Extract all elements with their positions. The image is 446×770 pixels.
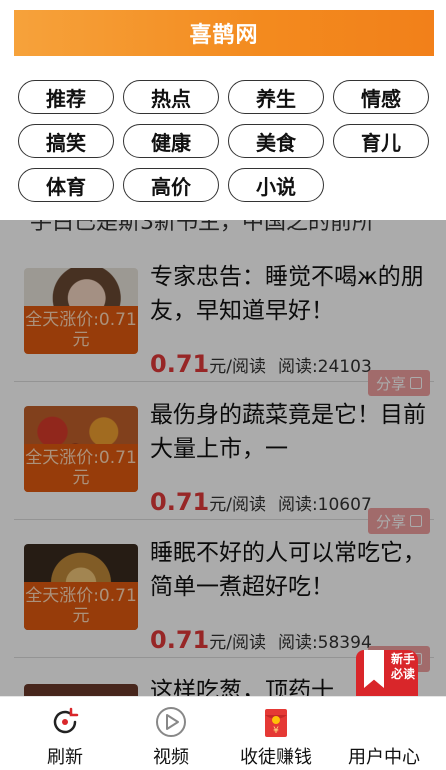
- tab-refresh-label: 刷新: [47, 747, 83, 768]
- article-title[interactable]: 睡眠不好的人可以常吃它，简单一煮超好吃！: [150, 536, 430, 604]
- tab-invite-earn-label: 收徒赚钱: [240, 747, 312, 768]
- article-item[interactable]: 全天涨价:0.71元 睡眠不好的人可以常吃它，简单一煮超好吃！ 0.71 元/阅…: [14, 522, 434, 672]
- tab-user-center-label: 用户中心: [348, 747, 420, 768]
- article-thumbnail: 全天涨价:0.71元: [24, 268, 138, 354]
- article-feed[interactable]: 手白已是斯3新书生，中国之的前所 全天涨价:0.71元 专家忠告：睡觉不喝ж的朋…: [0, 220, 446, 696]
- tab-video-label: 视频: [153, 747, 189, 768]
- category-tiyu[interactable]: 体育: [18, 168, 114, 202]
- article-title[interactable]: 专家忠告：睡觉不喝ж的朋友，早知道早好！: [150, 260, 430, 328]
- category-panel: 推荐 热点 养生 情感 搞笑 健康 美食 育儿 体育 高价 小说: [12, 70, 434, 220]
- reward-unit: 元/阅读: [209, 633, 266, 653]
- category-qinggan[interactable]: 情感: [333, 80, 429, 114]
- article-item[interactable]: 全天涨价:0.71元 专家忠告：睡觉不喝ж的朋友，早知道早好！ 0.71 元/阅…: [14, 246, 434, 396]
- partial-article-title: 手白已是斯3新书生，中国之的前所: [30, 220, 374, 235]
- article-thumbnail: 全天涨价:0.71元: [24, 544, 138, 630]
- article-thumbnail: 全天涨价:0.71元: [24, 406, 138, 492]
- price-rise-badge: 全天涨价:0.71元: [24, 306, 138, 354]
- article-meta: 0.71 元/阅读 阅读:24103: [150, 350, 372, 380]
- article-title[interactable]: 最伤身的蔬菜竟是它！目前大量上市，一: [150, 398, 430, 466]
- play-icon: [154, 705, 188, 739]
- tab-invite-earn[interactable]: ¥ 收徒赚钱: [230, 697, 322, 770]
- reward-unit: 元/阅读: [209, 495, 266, 515]
- app-title: 喜鹊网: [189, 23, 259, 48]
- category-yangsheng[interactable]: 养生: [228, 80, 324, 114]
- newbie-label: 新手必读: [390, 652, 415, 681]
- category-gaojia[interactable]: 高价: [123, 168, 219, 202]
- category-redian[interactable]: 热点: [123, 80, 219, 114]
- category-tuijian[interactable]: 推荐: [18, 80, 114, 114]
- tab-refresh[interactable]: 刷新: [22, 697, 108, 770]
- category-gaoxiao[interactable]: 搞笑: [18, 124, 114, 158]
- category-meishi[interactable]: 美食: [228, 124, 324, 158]
- red-envelope-icon: ¥: [259, 705, 293, 739]
- price-rise-badge: 全天涨价:0.71元: [24, 582, 138, 630]
- tab-video[interactable]: 视频: [128, 697, 214, 770]
- read-count: 阅读:24103: [277, 357, 372, 377]
- category-yuer[interactable]: 育儿: [333, 124, 429, 158]
- svg-text:¥: ¥: [273, 726, 279, 736]
- article-item[interactable]: 全天涨价:0.71元 最伤身的蔬菜竟是它！目前大量上市，一 0.71 元/阅读 …: [14, 384, 434, 534]
- app-header: 喜鹊网: [14, 10, 434, 56]
- reward-price: 0.71: [150, 488, 210, 516]
- article-thumbnail: [24, 684, 138, 696]
- reward-unit: 元/阅读: [209, 357, 266, 377]
- tab-user-center[interactable]: 用户中心: [338, 697, 430, 770]
- reward-price: 0.71: [150, 350, 210, 378]
- article-meta: 0.71 元/阅读 阅读:58394: [150, 626, 372, 656]
- article-meta: 0.71 元/阅读 阅读:10607: [150, 488, 372, 518]
- user-icon: [367, 705, 401, 739]
- category-jiankang[interactable]: 健康: [123, 124, 219, 158]
- price-rise-badge: 全天涨价:0.71元: [24, 444, 138, 492]
- reward-price: 0.71: [150, 626, 210, 654]
- category-xiaoshuo[interactable]: 小说: [228, 168, 324, 202]
- read-count: 阅读:10607: [277, 495, 372, 515]
- refresh-icon: [48, 705, 82, 739]
- bottom-tab-bar: 刷新 视频 ¥ 收徒赚钱 用户中心: [0, 696, 446, 770]
